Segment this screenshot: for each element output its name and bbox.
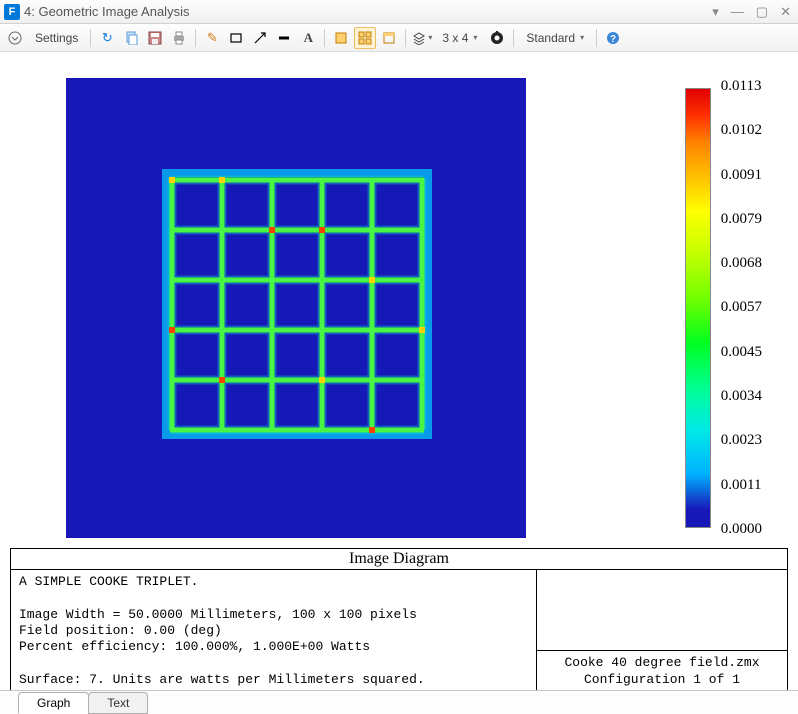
pencil-icon[interactable]: ✎ (201, 27, 223, 49)
copy-icon[interactable] (120, 27, 142, 49)
window-titlebar: F 4: Geometric Image Analysis ▾ — ▢ ✕ (0, 0, 798, 24)
colorbar-tick: 0.0023 (721, 432, 762, 449)
colorbar-tick: 0.0068 (721, 255, 762, 272)
grid-size-dropdown[interactable]: 3 x 4 ▾ (435, 27, 484, 49)
colorbar-tick: 0.0011 (721, 477, 762, 494)
arrow-tool-icon[interactable] (249, 27, 271, 49)
toolbar: Settings ↻ ✎ A ▾ 3 x 4 ▾ Stand (0, 24, 798, 52)
svg-text:?: ? (610, 34, 616, 45)
info-config: Configuration 1 of 1 (545, 672, 779, 688)
save-icon[interactable] (144, 27, 166, 49)
window-controls: ▾ — ▢ ✕ (709, 4, 794, 20)
print-icon[interactable] (168, 27, 190, 49)
content-area: 0.0113 0.0102 0.0091 0.0079 0.0068 0.005… (0, 52, 798, 690)
window-grid-icon[interactable] (354, 27, 376, 49)
heatmap-image[interactable] (66, 78, 526, 538)
tab-graph[interactable]: Graph (18, 692, 89, 714)
colorbar-tick: 0.0113 (721, 78, 762, 95)
info-file-config: Cooke 40 degree field.zmx Configuration … (537, 651, 787, 690)
minimize-button[interactable]: — (728, 4, 747, 19)
expand-icon[interactable] (4, 27, 26, 49)
info-right-blank (537, 570, 787, 651)
bottom-tabs: Graph Text (0, 690, 798, 714)
rect-tool-icon[interactable] (225, 27, 247, 49)
colorbar-tick: 0.0045 (721, 344, 762, 361)
plot-area: 0.0113 0.0102 0.0091 0.0079 0.0068 0.005… (6, 58, 792, 542)
app-icon: F (4, 4, 20, 20)
settings-button[interactable]: Settings (28, 27, 85, 49)
colorbar-tick: 0.0079 (721, 211, 762, 228)
toolbar-separator (596, 29, 597, 47)
colorbar-gradient (685, 88, 711, 528)
colorbar-tick: 0.0057 (721, 299, 762, 316)
info-filename: Cooke 40 degree field.zmx (545, 655, 779, 671)
info-right: Cooke 40 degree field.zmx Configuration … (537, 570, 787, 690)
maximize-button[interactable]: ▢ (753, 4, 771, 20)
colorbar-tick: 0.0091 (721, 167, 762, 184)
window-title: 4: Geometric Image Analysis (24, 4, 189, 19)
line-weight-icon[interactable] (273, 27, 295, 49)
info-left-text: A SIMPLE COOKE TRIPLET. Image Width = 50… (11, 570, 537, 690)
info-panel: Image Diagram A SIMPLE COOKE TRIPLET. Im… (10, 548, 788, 690)
colorbar-tick: 0.0034 (721, 388, 762, 405)
settings-label: Settings (35, 31, 78, 45)
window-single-icon[interactable] (330, 27, 352, 49)
text-tool-icon[interactable]: A (297, 27, 319, 49)
toolbar-separator (195, 29, 196, 47)
toolbar-separator (405, 29, 406, 47)
diagram-title: Image Diagram (11, 549, 787, 570)
colorbar-tick: 0.0000 (721, 521, 762, 538)
mode-dropdown[interactable]: Standard ▾ (519, 27, 591, 49)
dock-caret-icon[interactable]: ▾ (709, 4, 722, 20)
window-docked-icon[interactable] (378, 27, 400, 49)
toolbar-separator (324, 29, 325, 47)
layers-icon[interactable]: ▾ (411, 27, 433, 49)
close-button[interactable]: ✕ (777, 4, 794, 20)
colorbar-tick: 0.0102 (721, 122, 762, 139)
toolbar-separator (90, 29, 91, 47)
tab-text[interactable]: Text (88, 692, 148, 714)
refresh-icon[interactable]: ↻ (96, 27, 118, 49)
mode-label: Standard (526, 31, 575, 45)
colorbar: 0.0113 0.0102 0.0091 0.0079 0.0068 0.005… (685, 78, 762, 538)
colorbar-labels: 0.0113 0.0102 0.0091 0.0079 0.0068 0.005… (721, 78, 762, 538)
target-icon[interactable] (486, 27, 508, 49)
help-icon[interactable]: ? (602, 27, 624, 49)
grid-size-label: 3 x 4 (442, 31, 468, 45)
toolbar-separator (513, 29, 514, 47)
